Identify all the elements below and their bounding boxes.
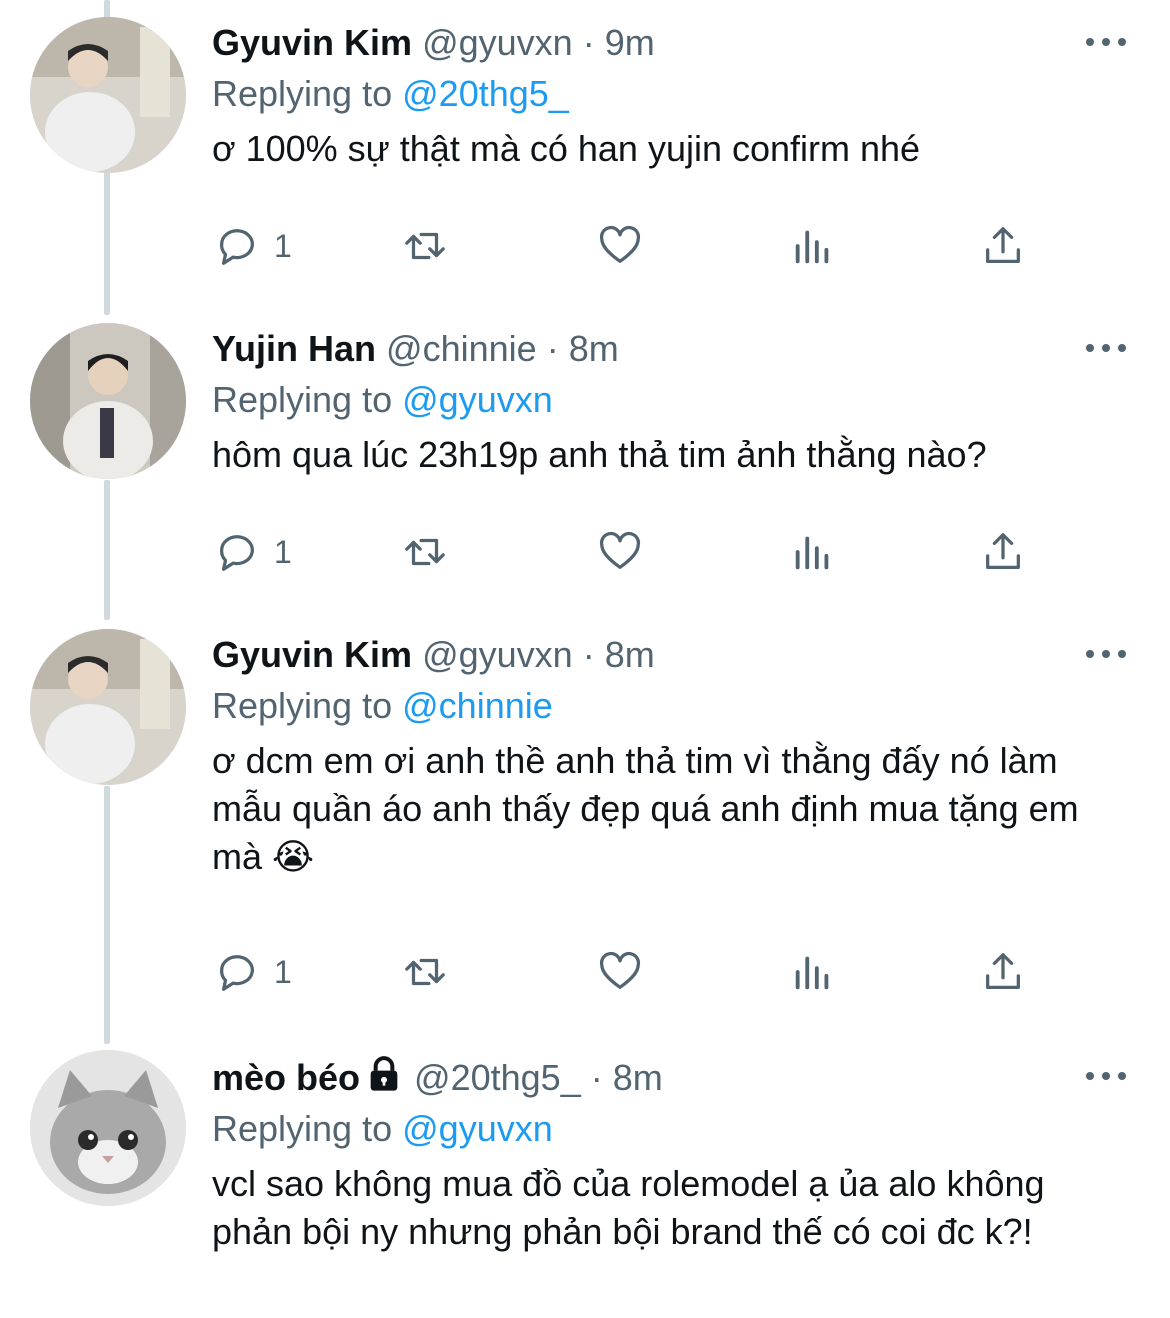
mention-link[interactable]: @gyuvxn xyxy=(402,379,553,420)
analytics-icon xyxy=(795,230,829,264)
analytics-icon xyxy=(795,956,829,990)
replying-to: Replying to @20thg5_ xyxy=(212,69,1130,119)
replying-label: Replying to xyxy=(212,379,393,420)
share-button[interactable] xyxy=(980,216,1026,276)
replying-label: Replying to xyxy=(212,685,393,726)
heart-icon xyxy=(599,225,641,263)
mention-link[interactable]: @chinnie xyxy=(402,685,553,726)
avatar[interactable] xyxy=(30,1050,186,1206)
timestamp[interactable]: 9m xyxy=(605,22,655,63)
like-button[interactable] xyxy=(597,216,643,276)
replying-label: Replying to xyxy=(212,1108,393,1149)
cat-photo-avatar-icon xyxy=(30,1050,186,1206)
user-handle[interactable]: @20thg5_ xyxy=(414,1057,581,1098)
avatar[interactable] xyxy=(30,17,186,173)
analytics-button[interactable] xyxy=(790,216,836,276)
tweet-header: mèo béo @20thg5_ · 8m xyxy=(212,1052,1130,1104)
tweet[interactable]: mèo béo @20thg5_ · 8m Replying to @gyuvx… xyxy=(0,1038,1170,1318)
retweet-button[interactable] xyxy=(402,216,448,276)
share-icon xyxy=(986,227,1020,263)
tweet-text: hôm qua lúc 23h19p anh thả tim ảnh thằng… xyxy=(212,434,987,475)
replying-to: Replying to @gyuvxn xyxy=(212,1104,1130,1154)
timestamp[interactable]: 8m xyxy=(605,634,655,675)
user-photo-avatar-icon xyxy=(30,17,186,173)
analytics-button[interactable] xyxy=(790,942,836,1002)
reply-button[interactable]: 1 xyxy=(214,216,292,276)
share-button[interactable] xyxy=(980,522,1026,582)
like-button[interactable] xyxy=(597,522,643,582)
tweet-header: Yujin Han @chinnie · 8m xyxy=(212,323,1130,375)
mention-link[interactable]: @20thg5_ xyxy=(402,73,569,114)
mention-link[interactable]: @gyuvxn xyxy=(402,1108,553,1149)
separator: · xyxy=(582,634,595,675)
tweet[interactable]: Gyuvin Kim @gyuvxn · 9m Replying to @20t… xyxy=(0,0,1170,310)
analytics-button[interactable] xyxy=(790,522,836,582)
tweet-actions: 1 xyxy=(212,216,1052,276)
heart-icon xyxy=(599,951,641,989)
retweet-button[interactable] xyxy=(402,522,448,582)
retweet-icon xyxy=(405,232,445,260)
user-handle[interactable]: @chinnie xyxy=(386,328,537,369)
replying-label: Replying to xyxy=(212,73,393,114)
more-icon[interactable] xyxy=(1082,32,1130,52)
separator: · xyxy=(546,328,559,369)
display-name[interactable]: mèo béo xyxy=(212,1057,360,1098)
tweet[interactable]: Gyuvin Kim @gyuvxn · 8m Replying to @chi… xyxy=(0,612,1170,1032)
retweet-icon xyxy=(405,958,445,986)
tweet-actions: 1 xyxy=(212,942,1052,1002)
reply-icon xyxy=(220,229,254,265)
share-button[interactable] xyxy=(980,942,1026,1002)
reply-icon xyxy=(220,955,254,991)
reply-button[interactable]: 1 xyxy=(214,522,292,582)
heart-icon xyxy=(599,531,641,569)
retweet-icon xyxy=(405,538,445,566)
user-handle[interactable]: @gyuvxn xyxy=(422,634,573,675)
retweet-button[interactable] xyxy=(402,942,448,1002)
user-handle[interactable]: @gyuvxn xyxy=(422,22,573,63)
tweet-text: vcl sao không mua đồ của rolemodel ạ ủa … xyxy=(212,1163,1045,1252)
avatar[interactable] xyxy=(30,629,186,785)
tweet-header: Gyuvin Kim @gyuvxn · 9m xyxy=(212,17,1130,69)
reply-count: 1 xyxy=(274,953,292,990)
separator: · xyxy=(590,1057,603,1098)
tweet-text: ơ dcm em ơi anh thề anh thả tim vì thằng… xyxy=(212,740,1079,877)
reply-count: 1 xyxy=(274,533,292,570)
tweet-header: Gyuvin Kim @gyuvxn · 8m xyxy=(212,629,1130,681)
reply-icon xyxy=(220,535,254,571)
user-photo-avatar-icon xyxy=(30,629,186,785)
timestamp[interactable]: 8m xyxy=(569,328,619,369)
display-name[interactable]: Gyuvin Kim xyxy=(212,22,412,63)
lock-icon xyxy=(370,1056,398,1091)
tweet[interactable]: Yujin Han @chinnie · 8m Replying to @gyu… xyxy=(0,306,1170,616)
replying-to: Replying to @gyuvxn xyxy=(212,375,1130,425)
tweet-text: ơ 100% sự thật mà có han yujin confirm n… xyxy=(212,128,921,169)
reply-count: 1 xyxy=(274,227,292,264)
reply-button[interactable]: 1 xyxy=(214,942,292,1002)
separator: · xyxy=(582,22,595,63)
more-icon[interactable] xyxy=(1082,338,1130,358)
share-icon xyxy=(986,533,1020,569)
avatar[interactable] xyxy=(30,323,186,479)
display-name[interactable]: Yujin Han xyxy=(212,328,376,369)
analytics-icon xyxy=(795,536,829,570)
replying-to: Replying to @chinnie xyxy=(212,681,1130,731)
more-icon[interactable] xyxy=(1082,644,1130,664)
like-button[interactable] xyxy=(597,942,643,1002)
share-icon xyxy=(986,953,1020,989)
more-icon[interactable] xyxy=(1082,1066,1130,1086)
timestamp[interactable]: 8m xyxy=(613,1057,663,1098)
display-name[interactable]: Gyuvin Kim xyxy=(212,634,412,675)
tweet-actions: 1 xyxy=(212,522,1052,582)
user-photo-avatar-icon xyxy=(30,323,186,479)
